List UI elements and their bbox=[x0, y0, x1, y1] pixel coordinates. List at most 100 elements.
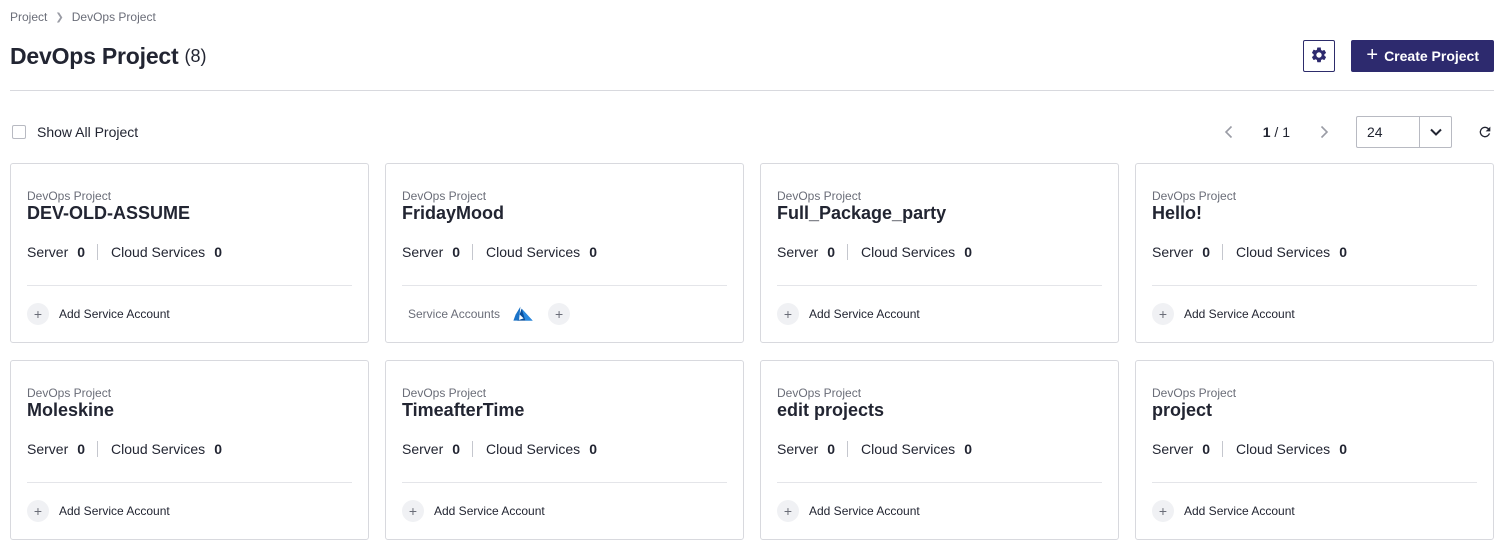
project-stats: Server 0 Cloud Services 0 bbox=[1152, 441, 1347, 457]
page-size-dropdown[interactable] bbox=[1419, 117, 1451, 147]
add-service-account-label: Add Service Account bbox=[59, 504, 170, 518]
card-divider bbox=[402, 285, 727, 286]
project-card[interactable]: DevOps Project Full_Package_party Server… bbox=[760, 163, 1119, 343]
cloud-services-count: 0 bbox=[1339, 441, 1347, 457]
project-card[interactable]: DevOps Project FridayMood Server 0 Cloud… bbox=[385, 163, 744, 343]
project-group-label: DevOps Project bbox=[402, 189, 487, 203]
add-service-account-label: Add Service Account bbox=[59, 307, 170, 321]
project-name: Hello! bbox=[1152, 203, 1203, 223]
project-stats: Server 0 Cloud Services 0 bbox=[27, 244, 222, 260]
cloud-services-count: 0 bbox=[964, 441, 972, 457]
card-divider bbox=[777, 285, 1102, 286]
cloud-services-label: Cloud Services bbox=[1236, 441, 1331, 457]
server-label: Server bbox=[402, 441, 444, 457]
project-card[interactable]: DevOps Project Hello! Server 0 Cloud Ser… bbox=[1135, 163, 1494, 343]
project-stats: Server 0 Cloud Services 0 bbox=[402, 244, 597, 260]
add-service-account-button[interactable]: + Add Service Account bbox=[27, 303, 170, 325]
breadcrumb-item-devops-project[interactable]: DevOps Project bbox=[72, 10, 156, 24]
project-grid: DevOps Project DEV-OLD-ASSUME Server 0 C… bbox=[10, 163, 1494, 540]
cloud-services-count: 0 bbox=[214, 441, 222, 457]
stats-divider bbox=[472, 244, 474, 260]
add-service-account-label: Add Service Account bbox=[809, 307, 920, 321]
chevron-right-icon bbox=[1320, 125, 1329, 139]
project-name: project bbox=[1152, 400, 1213, 420]
refresh-button[interactable] bbox=[1476, 123, 1494, 141]
page-size-value: 24 bbox=[1367, 124, 1383, 140]
cloud-services-label: Cloud Services bbox=[1236, 244, 1331, 260]
add-service-account-button[interactable]: + Add Service Account bbox=[777, 500, 920, 522]
plus-icon: + bbox=[777, 500, 799, 522]
project-name: DEV-OLD-ASSUME bbox=[27, 203, 191, 223]
plus-icon: + bbox=[1152, 303, 1174, 325]
chevron-right-icon: ❯ bbox=[55, 11, 64, 23]
stats-divider bbox=[847, 441, 849, 457]
server-count: 0 bbox=[452, 441, 461, 457]
cloud-services-label: Cloud Services bbox=[861, 441, 956, 457]
project-card[interactable]: DevOps Project edit projects Server 0 Cl… bbox=[760, 360, 1119, 540]
project-group-label: DevOps Project bbox=[27, 386, 112, 400]
stats-divider bbox=[847, 244, 849, 260]
page-separator: / bbox=[1270, 124, 1283, 140]
cloud-services-label: Cloud Services bbox=[486, 244, 581, 260]
server-label: Server bbox=[777, 244, 819, 260]
page-total: 1 bbox=[1282, 124, 1290, 140]
project-group-label: DevOps Project bbox=[777, 189, 862, 203]
add-service-account-label: Add Service Account bbox=[809, 504, 920, 518]
server-label: Server bbox=[1152, 244, 1194, 260]
page-current: 1 bbox=[1262, 124, 1271, 140]
project-stats: Server 0 Cloud Services 0 bbox=[402, 441, 597, 457]
next-page-button[interactable] bbox=[1312, 120, 1336, 144]
page-header: DevOps Project (8) + Create Project bbox=[10, 36, 1494, 76]
card-footer: Service Accounts + bbox=[402, 303, 571, 325]
page: Project ❯ DevOps Project DevOps Project … bbox=[0, 0, 1507, 553]
project-card[interactable]: DevOps Project project Server 0 Cloud Se… bbox=[1135, 360, 1494, 540]
cloud-services-label: Cloud Services bbox=[111, 441, 206, 457]
server-label: Server bbox=[27, 441, 69, 457]
project-stats: Server 0 Cloud Services 0 bbox=[777, 244, 972, 260]
project-name: edit projects bbox=[777, 400, 885, 420]
server-count: 0 bbox=[1202, 441, 1211, 457]
cloud-services-count: 0 bbox=[589, 441, 597, 457]
prev-page-button[interactable] bbox=[1217, 120, 1241, 144]
toolbar: Show All Project 1 / 1 24 bbox=[10, 116, 1494, 148]
add-service-account-button[interactable]: + Add Service Account bbox=[1152, 500, 1295, 522]
server-count: 0 bbox=[827, 244, 836, 260]
azure-icon[interactable] bbox=[513, 306, 533, 322]
project-card[interactable]: DevOps Project Moleskine Server 0 Cloud … bbox=[10, 360, 369, 540]
project-card[interactable]: DevOps Project TimeafterTime Server 0 Cl… bbox=[385, 360, 744, 540]
plus-icon: + bbox=[402, 500, 424, 522]
add-service-account-button[interactable]: + Add Service Account bbox=[27, 500, 170, 522]
project-group-label: DevOps Project bbox=[402, 386, 487, 400]
settings-button[interactable] bbox=[1303, 40, 1336, 72]
card-divider bbox=[777, 482, 1102, 483]
stats-divider bbox=[1222, 441, 1224, 457]
show-all-checkbox[interactable] bbox=[12, 125, 26, 139]
project-name: Moleskine bbox=[27, 400, 115, 420]
server-label: Server bbox=[402, 244, 444, 260]
add-service-account-button[interactable]: + Add Service Account bbox=[777, 303, 920, 325]
server-count: 0 bbox=[452, 244, 461, 260]
add-service-account-button[interactable]: + bbox=[548, 303, 571, 325]
page-size-select[interactable]: 24 bbox=[1356, 116, 1452, 148]
cloud-services-count: 0 bbox=[214, 244, 222, 260]
pagination: 1 / 1 24 bbox=[1217, 116, 1494, 148]
create-project-button[interactable]: + Create Project bbox=[1351, 40, 1494, 72]
cloud-services-count: 0 bbox=[589, 244, 597, 260]
create-project-label: Create Project bbox=[1384, 48, 1479, 64]
project-card[interactable]: DevOps Project DEV-OLD-ASSUME Server 0 C… bbox=[10, 163, 369, 343]
add-service-account-button[interactable]: + Add Service Account bbox=[1152, 303, 1295, 325]
stats-divider bbox=[1222, 244, 1224, 260]
cloud-services-label: Cloud Services bbox=[486, 441, 581, 457]
breadcrumb-item-project[interactable]: Project bbox=[10, 10, 47, 24]
show-all-toggle[interactable]: Show All Project bbox=[10, 124, 138, 140]
project-group-label: DevOps Project bbox=[777, 386, 862, 400]
server-label: Server bbox=[777, 441, 819, 457]
page-title: DevOps Project bbox=[10, 42, 179, 69]
add-service-account-button[interactable]: + Add Service Account bbox=[402, 500, 545, 522]
project-name: FridayMood bbox=[402, 203, 504, 223]
project-name: Full_Package_party bbox=[777, 203, 947, 223]
refresh-icon bbox=[1479, 126, 1491, 138]
cloud-services-count: 0 bbox=[1339, 244, 1347, 260]
project-group-label: DevOps Project bbox=[1152, 189, 1237, 203]
stats-divider bbox=[97, 441, 99, 457]
